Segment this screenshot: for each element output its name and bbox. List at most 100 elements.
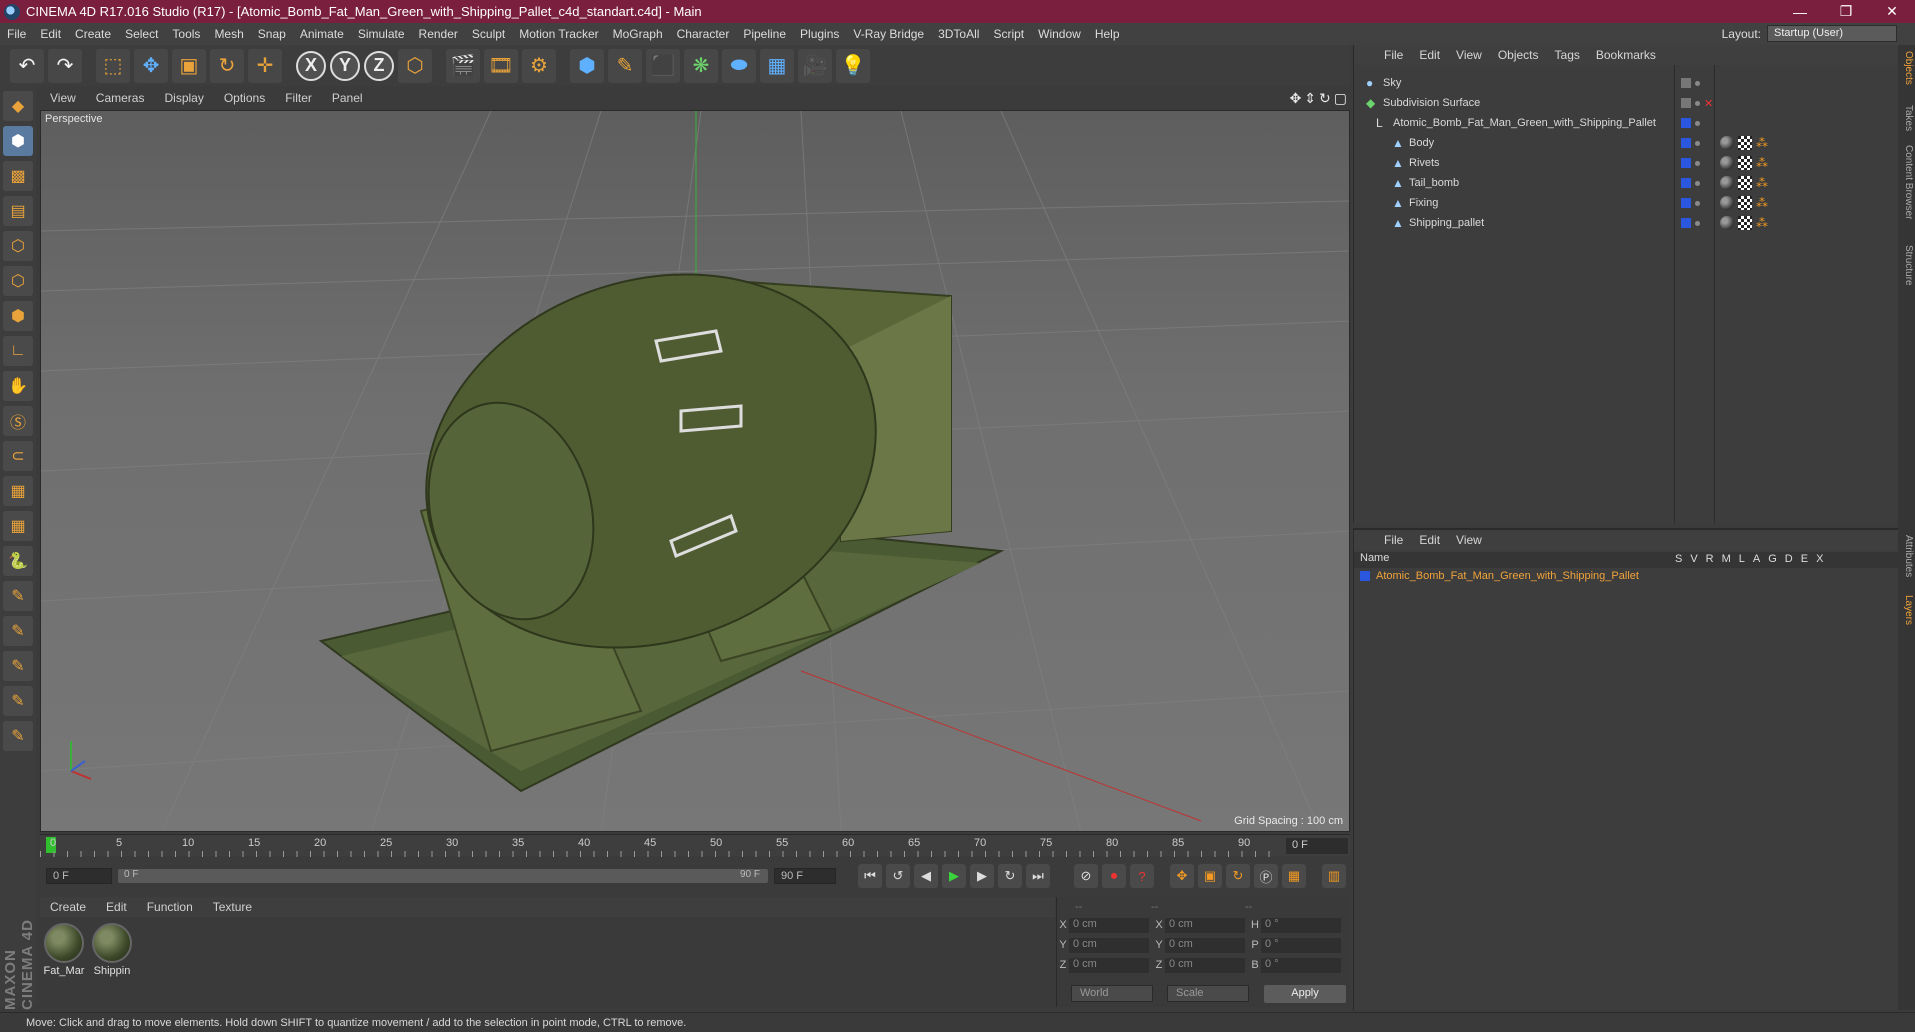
- tab-layers[interactable]: Layers: [1899, 595, 1914, 625]
- viewport-navigation-icons[interactable]: ✥⇕↻▢: [1290, 90, 1350, 107]
- menu-create[interactable]: Create: [68, 27, 118, 41]
- y-axis-lock-icon[interactable]: Y: [330, 50, 360, 81]
- material-tag-icon[interactable]: [1720, 136, 1734, 150]
- cube-primitive-icon[interactable]: ⬢: [570, 48, 604, 83]
- minimize-button[interactable]: —: [1777, 4, 1823, 20]
- object-row-subdivision-surface[interactable]: ◆ Subdivision Surface ✕: [1354, 93, 1899, 113]
- key-param-icon[interactable]: Ⓟ: [1254, 864, 1278, 888]
- menu-script[interactable]: Script: [986, 27, 1031, 41]
- menu-simulate[interactable]: Simulate: [351, 27, 412, 41]
- object-row-shipping-pallet[interactable]: ▲ Shipping_pallet ⁂: [1354, 213, 1899, 233]
- flatten-brush-icon[interactable]: ✎: [3, 721, 33, 751]
- phong-tag-icon[interactable]: ⁂: [1756, 176, 1768, 190]
- rotation-h-field[interactable]: 0 °: [1261, 917, 1341, 933]
- key-rotation-icon[interactable]: ↻: [1226, 864, 1250, 888]
- axis-mode-icon[interactable]: ∟: [3, 336, 33, 366]
- menu-help[interactable]: Help: [1088, 27, 1127, 41]
- scale-tool-icon[interactable]: ▣: [172, 48, 206, 83]
- viewport-menu-cameras[interactable]: Cameras: [86, 91, 155, 105]
- z-axis-lock-icon[interactable]: Z: [364, 50, 394, 81]
- key-position-icon[interactable]: ✥: [1170, 864, 1194, 888]
- menu-pipeline[interactable]: Pipeline: [736, 27, 793, 41]
- key-scale-icon[interactable]: ▣: [1198, 864, 1222, 888]
- menu-edit[interactable]: Edit: [33, 27, 68, 41]
- next-key-icon[interactable]: ↻: [998, 864, 1022, 888]
- menu-character[interactable]: Character: [670, 27, 737, 41]
- phong-tag-icon[interactable]: ⁂: [1756, 136, 1768, 150]
- tweak-mode-icon[interactable]: ✋: [3, 371, 33, 401]
- menu-vray-bridge[interactable]: V-Ray Bridge: [846, 27, 931, 41]
- tab-objects[interactable]: Objects: [1899, 51, 1914, 85]
- prev-frame-icon[interactable]: ◀: [914, 864, 938, 888]
- material-tag-icon[interactable]: [1720, 196, 1734, 210]
- timeline-ruler[interactable]: 0 5 10 15 20 25 30 35 40 45 50 55 60 65 …: [40, 834, 1350, 857]
- om-menu-tags[interactable]: Tags: [1547, 48, 1588, 62]
- deformer-icon[interactable]: ⬬: [722, 48, 756, 83]
- key-pla-icon[interactable]: ▦: [1282, 864, 1306, 888]
- menu-plugins[interactable]: Plugins: [793, 27, 846, 41]
- prev-key-icon[interactable]: ↺: [886, 864, 910, 888]
- record-keys-icon[interactable]: ⏺: [1102, 864, 1126, 888]
- smooth-brush-icon[interactable]: ✎: [3, 651, 33, 681]
- workplane-icon[interactable]: ▤: [3, 196, 33, 226]
- tab-takes[interactable]: Takes: [1899, 105, 1914, 131]
- menu-select[interactable]: Select: [118, 27, 165, 41]
- tab-structure[interactable]: Structure: [1899, 245, 1914, 286]
- layer-row[interactable]: Atomic_Bomb_Fat_Man_Green_with_Shipping_…: [1360, 570, 1639, 582]
- viewport-menu-filter[interactable]: Filter: [275, 91, 322, 105]
- undo-icon[interactable]: ↶: [10, 48, 44, 83]
- phong-tag-icon[interactable]: ⁂: [1756, 156, 1768, 170]
- subdivision-surface-icon[interactable]: ⬛: [646, 48, 680, 83]
- timeline-window-icon[interactable]: ▥: [1322, 864, 1346, 888]
- next-frame-icon[interactable]: ▶: [970, 864, 994, 888]
- frame-range-slider[interactable]: 0 F 90 F: [118, 869, 768, 883]
- om-menu-edit[interactable]: Edit: [1411, 48, 1448, 62]
- lm-menu-file[interactable]: File: [1376, 533, 1411, 547]
- menu-snap[interactable]: Snap: [251, 27, 293, 41]
- start-frame-field[interactable]: 0 F: [46, 868, 112, 884]
- material-swatch[interactable]: Fat_Mar: [42, 923, 86, 977]
- menu-mograph[interactable]: MoGraph: [606, 27, 670, 41]
- redo-icon[interactable]: ↷: [48, 48, 82, 83]
- array-icon[interactable]: ❋: [684, 48, 718, 83]
- python-icon[interactable]: 🐍: [3, 546, 33, 576]
- polygons-mode-icon[interactable]: ⬢: [3, 301, 33, 331]
- menu-window[interactable]: Window: [1031, 27, 1088, 41]
- goto-start-icon[interactable]: ⏮: [858, 864, 882, 888]
- menu-render[interactable]: Render: [412, 27, 465, 41]
- render-view-icon[interactable]: 🎬: [446, 48, 480, 83]
- coordinate-system-icon[interactable]: ⬡: [398, 48, 432, 83]
- om-menu-file[interactable]: File: [1376, 48, 1411, 62]
- edges-mode-icon[interactable]: ⬡: [3, 266, 33, 296]
- om-menu-objects[interactable]: Objects: [1490, 48, 1547, 62]
- object-row-sky[interactable]: ● Sky: [1354, 73, 1899, 93]
- texture-tag-icon[interactable]: [1738, 216, 1752, 230]
- move-tool-icon[interactable]: ✥: [134, 48, 168, 83]
- material-tag-icon[interactable]: [1720, 176, 1734, 190]
- viewport-menu-view[interactable]: View: [40, 91, 86, 105]
- quantize-icon[interactable]: ▦: [3, 511, 33, 541]
- tab-content-browser[interactable]: Content Browser: [1899, 145, 1914, 219]
- pen-spline-icon[interactable]: ✎: [608, 48, 642, 83]
- motion-record-icon[interactable]: ⊘: [1074, 864, 1098, 888]
- world-dropdown[interactable]: World: [1071, 985, 1153, 1002]
- goto-end-icon[interactable]: ⏭: [1026, 864, 1050, 888]
- model-mode-icon[interactable]: ⬢: [3, 126, 33, 156]
- viewport-menu-options[interactable]: Options: [214, 91, 275, 105]
- menu-motion-tracker[interactable]: Motion Tracker: [512, 27, 605, 41]
- play-icon[interactable]: ▶: [942, 864, 966, 888]
- size-x-field[interactable]: 0 cm: [1165, 917, 1245, 933]
- texture-tag-icon[interactable]: [1738, 156, 1752, 170]
- position-z-field[interactable]: 0 cm: [1069, 957, 1149, 973]
- tab-attributes[interactable]: Attributes: [1899, 535, 1914, 577]
- current-frame-field[interactable]: 0 F: [1286, 838, 1348, 854]
- apply-button[interactable]: Apply: [1264, 985, 1346, 1003]
- lm-menu-edit[interactable]: Edit: [1411, 533, 1448, 547]
- position-y-field[interactable]: 0 cm: [1069, 937, 1149, 953]
- inflate-brush-icon[interactable]: ✎: [3, 686, 33, 716]
- menu-mesh[interactable]: Mesh: [207, 27, 250, 41]
- pull-brush-icon[interactable]: ✎: [3, 616, 33, 646]
- texture-tag-icon[interactable]: [1738, 136, 1752, 150]
- viewport-menu-panel[interactable]: Panel: [322, 91, 373, 105]
- close-button[interactable]: ✕: [1869, 3, 1915, 20]
